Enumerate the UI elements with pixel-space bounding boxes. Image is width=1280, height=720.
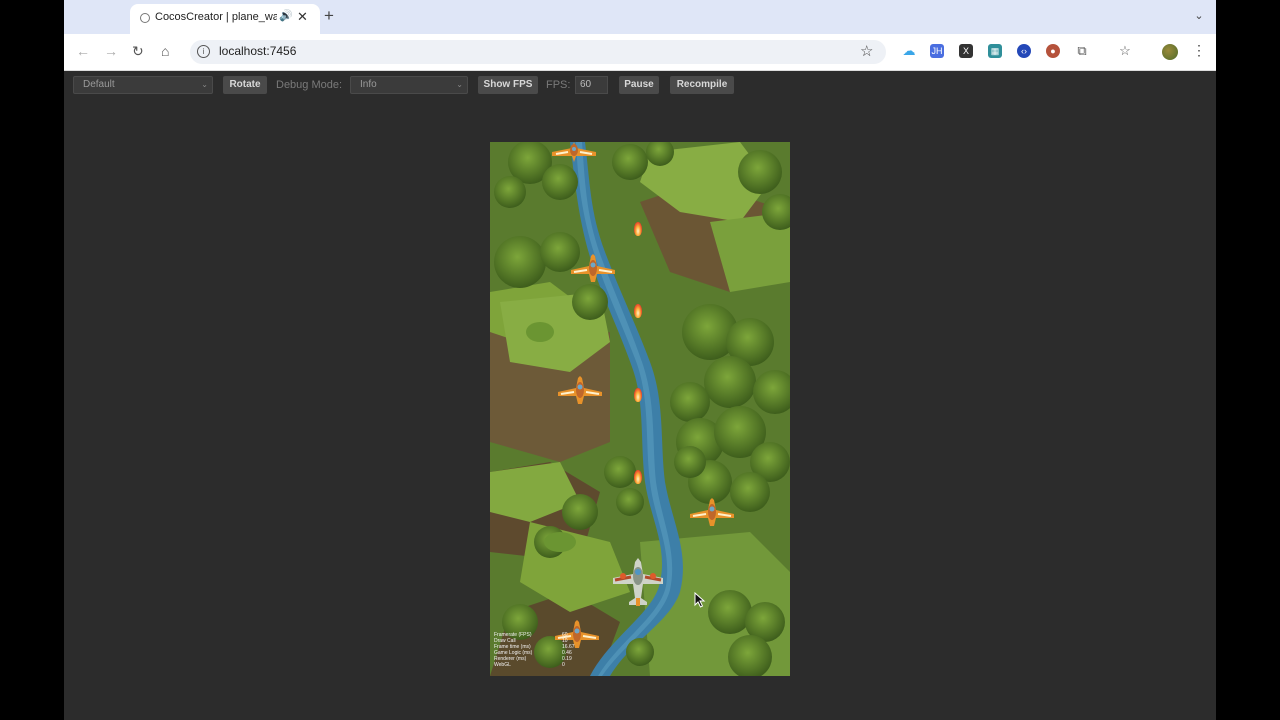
stat-value: 0 bbox=[562, 662, 565, 668]
stat-label: WebGL bbox=[494, 662, 511, 668]
close-tab-icon[interactable]: ✕ bbox=[297, 9, 308, 25]
mouse-cursor-icon bbox=[694, 592, 706, 608]
speaker-icon[interactable]: 🔊 bbox=[279, 9, 293, 22]
avatar[interactable] bbox=[1162, 44, 1178, 60]
menu-kebab-icon[interactable]: ⋮ bbox=[1192, 42, 1206, 59]
enemy-plane bbox=[571, 254, 615, 282]
enemy-plane bbox=[558, 376, 602, 404]
reading-list-icon[interactable]: ☆ bbox=[1118, 44, 1132, 58]
chevron-down-icon: ⌄ bbox=[456, 80, 463, 89]
debug-mode-label: Debug Mode: bbox=[276, 79, 343, 91]
enemy-plane bbox=[552, 142, 596, 162]
preview-toolbar: Default ⌄ Rotate Debug Mode: Info ⌄ Show… bbox=[64, 71, 1216, 99]
debug-mode-select[interactable]: Info ⌄ bbox=[350, 76, 468, 94]
jh-icon[interactable]: JH bbox=[930, 44, 944, 58]
puzzle-icon[interactable]: ⧉ bbox=[1075, 44, 1089, 58]
loading-icon bbox=[140, 13, 150, 23]
enemy-plane bbox=[555, 620, 599, 648]
enemy-plane bbox=[690, 498, 734, 526]
url-text[interactable]: localhost:7456 bbox=[219, 44, 296, 58]
browser-window: CocosCreator | plane_war 🔊 ✕ + ⌄ ← → ↻ ⌂… bbox=[64, 0, 1216, 720]
browser-toolbar: ← → ↻ ⌂ i localhost:7456 ☆ ☁ JH X ▦ ‹› ●… bbox=[64, 34, 1216, 71]
game-canvas[interactable]: Framerate (FPS) 60 Draw Call 10 Frame time… bbox=[490, 142, 790, 676]
fps-stats-panel: Framerate (FPS) 60 Draw Call 10 Frame time… bbox=[494, 632, 575, 668]
new-tab-button[interactable]: + bbox=[324, 6, 334, 26]
tab-strip: CocosCreator | plane_war 🔊 ✕ + ⌄ bbox=[64, 0, 1216, 34]
grid-icon[interactable]: ▦ bbox=[988, 44, 1002, 58]
code-icon[interactable]: ‹› bbox=[1017, 44, 1031, 58]
recompile-button[interactable]: Recompile bbox=[670, 76, 734, 94]
bookmark-star-icon[interactable]: ☆ bbox=[860, 42, 873, 60]
cookie-icon[interactable]: ● bbox=[1046, 44, 1060, 58]
bullet bbox=[634, 388, 642, 402]
reload-icon[interactable]: ↻ bbox=[132, 43, 144, 60]
device-select[interactable]: Default ⌄ bbox=[73, 76, 213, 94]
forward-arrow-icon[interactable]: → bbox=[104, 43, 118, 59]
home-icon[interactable]: ⌂ bbox=[161, 43, 169, 59]
fps-input[interactable]: 60 bbox=[575, 76, 608, 94]
site-info-icon[interactable]: i bbox=[197, 45, 210, 58]
address-bar[interactable]: i localhost:7456 ☆ bbox=[190, 40, 886, 64]
bullet bbox=[634, 304, 642, 318]
bullet bbox=[634, 222, 642, 236]
bullet bbox=[634, 470, 642, 484]
fps-label: FPS: bbox=[546, 79, 571, 91]
browser-tab[interactable]: CocosCreator | plane_war 🔊 ✕ bbox=[130, 4, 320, 34]
x-icon[interactable]: X bbox=[959, 44, 973, 58]
rotate-button[interactable]: Rotate bbox=[223, 76, 267, 94]
tab-search-icon[interactable]: ⌄ bbox=[1190, 7, 1208, 25]
cloud-icon[interactable]: ☁ bbox=[902, 44, 916, 58]
stat-row: WebGL 0 bbox=[494, 662, 565, 668]
pause-button[interactable]: Pause bbox=[619, 76, 659, 94]
device-select-value: Default bbox=[83, 79, 115, 90]
chevron-down-icon: ⌄ bbox=[201, 80, 208, 89]
debug-mode-value: Info bbox=[360, 79, 377, 90]
tab-title: CocosCreator | plane_war bbox=[155, 11, 277, 23]
show-fps-button[interactable]: Show FPS bbox=[478, 76, 538, 94]
back-arrow-icon[interactable]: ← bbox=[76, 43, 90, 59]
player-plane[interactable] bbox=[611, 558, 665, 606]
